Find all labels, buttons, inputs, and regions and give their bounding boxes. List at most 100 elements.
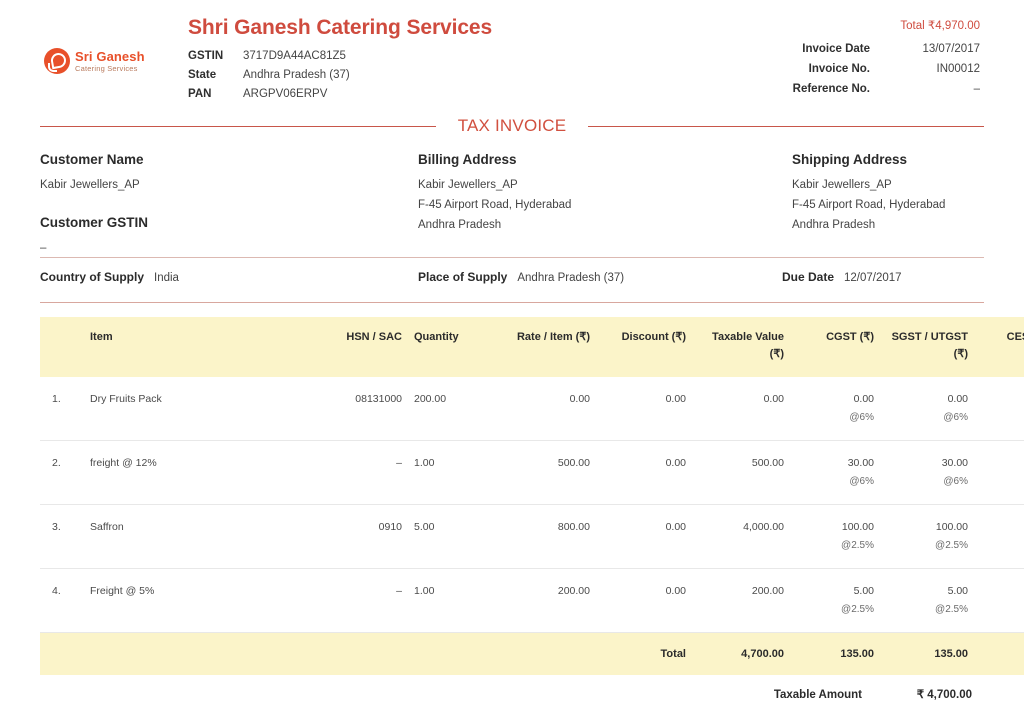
page-title: TAX INVOICE xyxy=(457,116,567,135)
table-totals-row: Total 4,700.00 135.00 135.00 0.00 4,970.… xyxy=(40,632,1024,675)
totals-spacer-hsn xyxy=(314,632,408,675)
place-of-supply: Place of Supply Andhra Pradesh (37) xyxy=(418,270,624,284)
invoice-total-value: ₹4,970.00 xyxy=(927,20,980,32)
country-of-supply-value: India xyxy=(154,272,179,284)
column-cgst: CGST (₹) xyxy=(790,317,880,377)
row-item: Freight @ 5% xyxy=(84,568,314,633)
due-date-label: Due Date xyxy=(782,270,835,284)
company-field-pan-value: ARGPV06ERPV xyxy=(243,88,328,100)
invoice-date-value: 13/07/2017 xyxy=(922,43,980,55)
row-sgst-amount: 100.00 xyxy=(935,521,968,533)
invoice-no-label: Invoice No. xyxy=(808,63,870,75)
row-quantity: 1.00 xyxy=(408,568,498,633)
table-body: 1. Dry Fruits Pack 08131000 200.00 0.00 … xyxy=(40,377,1024,675)
row-rate: 500.00 xyxy=(498,440,596,505)
invoice-no-row: Invoice No. IN00012 xyxy=(680,59,980,79)
billing-address-line-2: F-45 Airport Road, Hyderabad xyxy=(418,199,572,211)
invoice-header: Sri Ganesh Catering Services Shri Ganesh… xyxy=(40,0,984,108)
taxable-amount-label: Taxable Amount xyxy=(773,689,862,701)
table-header-row: Item HSN / SAC Quantity Rate / Item (₹) … xyxy=(40,317,1024,377)
row-cgst-rate: @6% xyxy=(849,412,874,423)
tax-invoice-title: TAX INVOICE xyxy=(40,112,984,140)
row-discount: 0.00 xyxy=(596,568,692,633)
row-index: 4. xyxy=(40,568,84,633)
row-taxable-value: 500.00 xyxy=(692,440,790,505)
column-discount: Discount (₹) xyxy=(596,317,692,377)
row-sgst: 5.00 @2.5% xyxy=(880,568,974,633)
line-items-table: Item HSN / SAC Quantity Rate / Item (₹) … xyxy=(40,317,1024,675)
logo-text: Sri Ganesh Catering Services xyxy=(75,50,145,73)
company-field-pan-label: PAN xyxy=(188,88,212,100)
title-rule-right xyxy=(588,125,984,127)
totals-label: Total xyxy=(596,632,692,675)
summary-section: Taxable Amount ₹ 4,700.00 xyxy=(40,687,984,701)
row-quantity: 1.00 xyxy=(408,440,498,505)
column-hsn: HSN / SAC xyxy=(314,317,408,377)
reference-no-label: Reference No. xyxy=(792,83,870,95)
row-sgst: 100.00 @2.5% xyxy=(880,504,974,569)
row-sgst-amount: 5.00 xyxy=(947,585,968,597)
row-hsn: 0910 xyxy=(314,504,408,569)
billing-address-line-1: Kabir Jewellers_AP xyxy=(418,179,518,191)
row-item: Dry Fruits Pack xyxy=(84,377,314,441)
shipping-address-heading: Shipping Address xyxy=(792,152,908,167)
row-cgst-amount: 100.00 xyxy=(841,521,874,533)
invoice-no-value: IN00012 xyxy=(936,63,980,75)
shipping-address-line-3: Andhra Pradesh xyxy=(792,219,876,231)
invoice-total-label: Total xyxy=(900,20,925,32)
row-quantity: 5.00 xyxy=(408,504,498,569)
table-row: 3. Saffron 0910 5.00 800.00 0.00 4,000.0… xyxy=(40,504,1024,569)
row-sgst-rate: @2.5% xyxy=(935,604,968,615)
supply-section: Country of Supply India Place of Supply … xyxy=(40,258,984,302)
totals-cess: 0.00 xyxy=(974,632,1024,675)
row-cess: 0.00 xyxy=(974,377,1024,441)
row-cgst-rate: @2.5% xyxy=(841,540,874,551)
taxable-amount-value: ₹ 4,700.00 xyxy=(916,689,972,701)
table-row: 2. freight @ 12% – 1.00 500.00 0.00 500.… xyxy=(40,440,1024,505)
column-sgst: SGST / UTGST (₹) xyxy=(880,317,974,377)
title-rule-left xyxy=(40,125,436,127)
customer-gstin-label: Customer GSTIN xyxy=(40,215,149,230)
customer-name-value: Kabir Jewellers_AP xyxy=(40,179,140,191)
column-item: Item xyxy=(84,317,314,377)
column-taxable-value: Taxable Value (₹) xyxy=(692,317,790,377)
column-quantity: Quantity xyxy=(408,317,498,377)
row-sgst: 0.00 @6% xyxy=(880,377,974,441)
country-of-supply: Country of Supply India xyxy=(40,270,179,284)
row-sgst-amount: 0.00 xyxy=(947,393,968,405)
invoice-date-label: Invoice Date xyxy=(802,43,870,55)
totals-cgst: 135.00 xyxy=(790,632,880,675)
billing-address-line-3: Andhra Pradesh xyxy=(418,219,502,231)
row-discount: 0.00 xyxy=(596,377,692,441)
reference-no-value: – xyxy=(973,83,980,95)
row-hsn: – xyxy=(314,568,408,633)
invoice-page: Sri Ganesh Catering Services Shri Ganesh… xyxy=(0,0,1024,701)
row-discount: 0.00 xyxy=(596,440,692,505)
table-row: 4. Freight @ 5% – 1.00 200.00 0.00 200.0… xyxy=(40,568,1024,633)
company-logo: Sri Ganesh Catering Services xyxy=(44,44,148,78)
row-rate: 200.00 xyxy=(498,568,596,633)
row-cgst-rate: @2.5% xyxy=(841,604,874,615)
row-cess: 0.00 xyxy=(974,568,1024,633)
row-rate: 0.00 xyxy=(498,377,596,441)
row-sgst: 30.00 @6% xyxy=(880,440,974,505)
row-cgst: 30.00 @6% xyxy=(790,440,880,505)
row-item: freight @ 12% xyxy=(84,440,314,505)
table-row: 1. Dry Fruits Pack 08131000 200.00 0.00 … xyxy=(40,377,1024,441)
divider-above-table xyxy=(40,302,984,303)
totals-spacer-index xyxy=(40,632,84,675)
due-date-value: 12/07/2017 xyxy=(844,272,902,284)
row-cgst: 0.00 @6% xyxy=(790,377,880,441)
company-field-gstin-value: 3717D9A44AC81Z5 xyxy=(243,50,346,62)
billing-address-column: Billing Address Kabir Jewellers_AP F-45 … xyxy=(418,152,778,235)
ganesh-logo-icon xyxy=(44,48,70,74)
totals-sgst: 135.00 xyxy=(880,632,974,675)
row-cgst-amount: 5.00 xyxy=(853,585,874,597)
row-sgst-amount: 30.00 xyxy=(941,457,968,469)
row-item: Saffron xyxy=(84,504,314,569)
row-index: 1. xyxy=(40,377,84,441)
row-cgst: 5.00 @2.5% xyxy=(790,568,880,633)
row-rate: 800.00 xyxy=(498,504,596,569)
totals-spacer-rate xyxy=(498,632,596,675)
row-taxable-value: 200.00 xyxy=(692,568,790,633)
